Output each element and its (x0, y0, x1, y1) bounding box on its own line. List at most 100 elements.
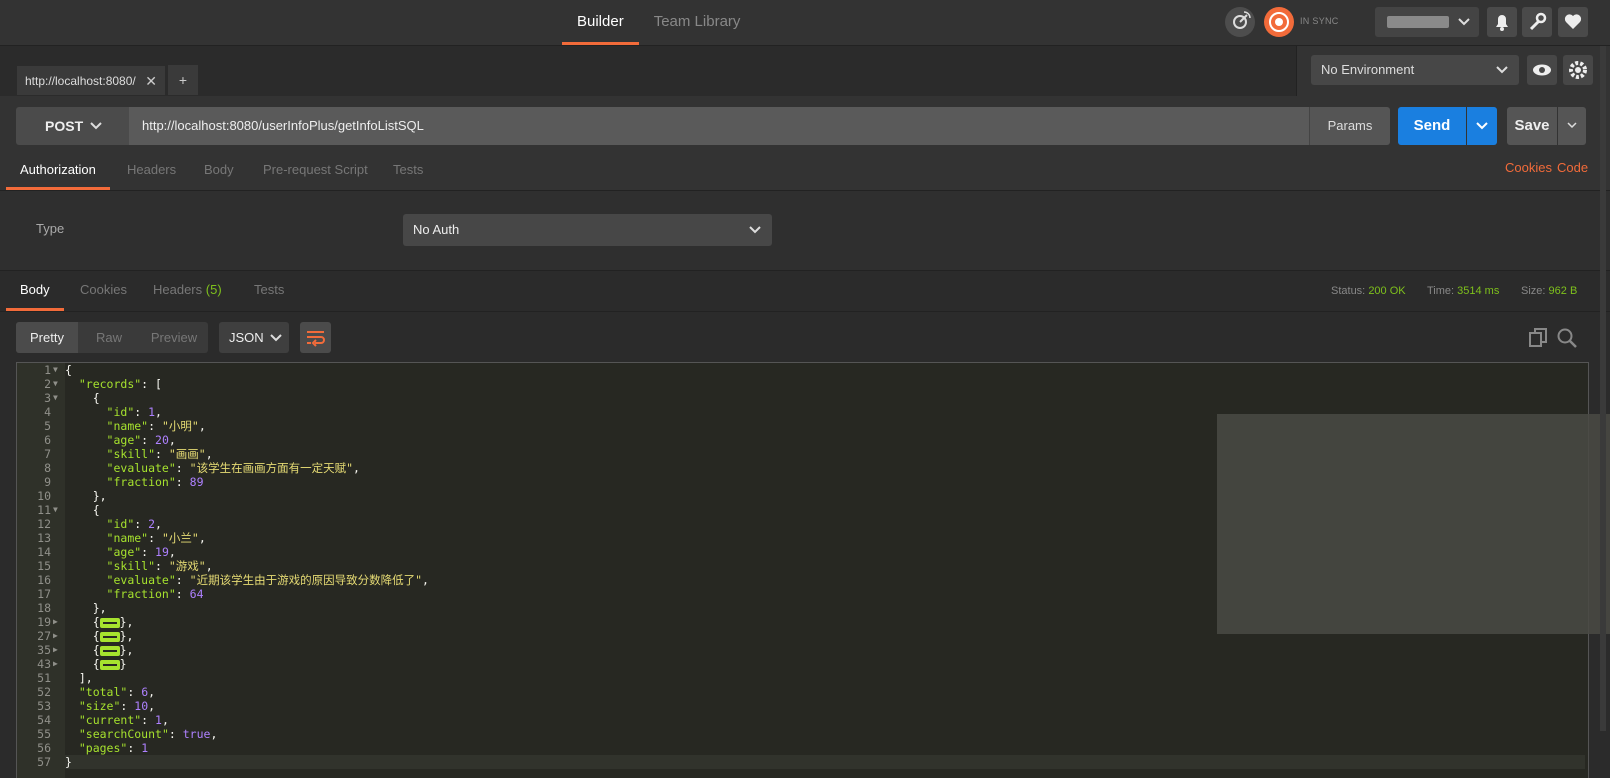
code-token: "skill" (106, 447, 156, 461)
code-token: "current" (78, 713, 142, 727)
line-number: 17 (37, 587, 51, 601)
notifications-button[interactable] (1487, 7, 1517, 37)
response-tab-body[interactable]: Body (6, 271, 64, 311)
wrap-lines-button[interactable] (300, 322, 331, 353)
code-link[interactable]: Code (1557, 160, 1588, 175)
format-select[interactable]: JSON (219, 322, 289, 353)
fold-open-icon[interactable]: ▼ (53, 391, 63, 405)
code-token: : (175, 587, 190, 601)
code-token: { (65, 657, 100, 671)
code-token: , (422, 573, 429, 587)
collapsed-object-badge[interactable] (99, 645, 120, 656)
code-token: "skill" (106, 559, 156, 573)
sync-status: IN SYNC (1300, 16, 1339, 26)
view-preview-button[interactable]: Preview (140, 322, 208, 353)
fold-open-icon[interactable]: ▼ (53, 363, 63, 377)
search-icon[interactable] (1555, 326, 1579, 350)
line-number: 7 (44, 447, 51, 461)
nav-team-library[interactable]: Team Library (639, 0, 756, 45)
code-token: "pages" (78, 741, 128, 755)
code-line: 52 "total": 6, (37, 685, 1585, 699)
view-raw-button[interactable]: Raw (78, 322, 140, 353)
tab-headers[interactable]: Headers (127, 152, 176, 190)
cookies-link[interactable]: Cookies (1505, 160, 1552, 175)
fold-closed-icon[interactable]: ▶ (53, 657, 63, 671)
bell-icon (1496, 15, 1508, 31)
chevron-down-icon (1458, 18, 1470, 26)
environment-select[interactable]: No Environment (1311, 55, 1519, 85)
code-token: : (175, 475, 190, 489)
satellite-icon[interactable] (1225, 7, 1255, 37)
code-token: : (148, 531, 162, 545)
tab-tests[interactable]: Tests (393, 152, 423, 190)
fold-open-icon[interactable]: ▼ (53, 503, 63, 517)
response-tab-headers[interactable]: Headers (5) (153, 271, 222, 311)
save-button[interactable]: Save (1507, 107, 1557, 145)
settings-button[interactable] (1522, 7, 1552, 37)
code-token: : (120, 699, 135, 713)
nav-builder[interactable]: Builder (562, 0, 639, 45)
collapsed-object-badge[interactable] (99, 659, 120, 670)
fold-closed-icon[interactable]: ▶ (53, 629, 63, 643)
line-number: 27 (37, 629, 51, 643)
params-button[interactable]: Params (1309, 107, 1390, 145)
line-number: 51 (37, 671, 51, 685)
request-tab[interactable]: http://localhost:8080/ ✕ (16, 65, 166, 95)
collapsed-object-badge[interactable] (99, 631, 120, 642)
status-value: 200 OK (1368, 285, 1406, 297)
response-tab-cookies[interactable]: Cookies (80, 271, 127, 311)
close-icon[interactable]: ✕ (145, 66, 157, 96)
save-options-button[interactable] (1558, 107, 1586, 145)
send-button[interactable]: Send (1398, 107, 1466, 145)
url-input[interactable]: http://localhost:8080/userInfoPlus/getIn… (129, 107, 1309, 145)
response-size: Size: 962 B (1521, 285, 1577, 297)
fold-closed-icon[interactable]: ▶ (53, 615, 63, 629)
environment-settings[interactable] (1563, 55, 1593, 85)
view-pretty-button[interactable]: Pretty (16, 322, 78, 353)
code-token: "total" (78, 685, 128, 699)
code-token: { (65, 363, 72, 377)
scrollbar[interactable] (1600, 46, 1606, 731)
line-number: 14 (37, 545, 51, 559)
sync-icon[interactable] (1264, 7, 1294, 37)
wrench-icon (1529, 12, 1547, 31)
environment-quick-look[interactable] (1527, 55, 1557, 85)
size-label: Size: (1521, 285, 1546, 297)
code-line: 3 ▼ { (44, 391, 1585, 405)
line-number: 18 (37, 601, 51, 615)
user-menu[interactable] (1375, 7, 1479, 37)
line-number: 1 (44, 363, 51, 377)
auth-type-select[interactable]: No Auth (403, 214, 772, 246)
code-token: "画画" (168, 447, 206, 461)
favorite-button[interactable] (1558, 7, 1588, 37)
tab-authorization[interactable]: Authorization (6, 152, 110, 190)
line-number: 10 (37, 489, 51, 503)
code-token: }, (65, 489, 107, 503)
collapsed-object-badge[interactable] (99, 617, 120, 628)
code-token: 1 (155, 713, 162, 727)
send-options-button[interactable] (1467, 107, 1497, 145)
copy-icon[interactable] (1526, 326, 1550, 350)
add-tab-button[interactable]: + (168, 65, 198, 95)
heart-icon (1564, 14, 1582, 29)
code-token: "该学生在画画方面有一定天赋" (189, 461, 354, 475)
code-line: 43 ▶ {} (37, 657, 1585, 671)
code-token: }, (65, 601, 107, 615)
response-tab-tests[interactable]: Tests (254, 271, 284, 311)
code-token: "fraction" (106, 475, 176, 489)
code-token: "小兰" (161, 531, 199, 545)
fold-open-icon[interactable]: ▼ (53, 377, 63, 391)
method-select[interactable]: POST (16, 107, 129, 145)
fold-closed-icon[interactable]: ▶ (53, 643, 63, 657)
tab-pre-request-script[interactable]: Pre-request Script (263, 152, 368, 190)
tab-body[interactable]: Body (204, 152, 234, 190)
code-token: 20 (155, 433, 169, 447)
code-token: ], (65, 671, 93, 685)
